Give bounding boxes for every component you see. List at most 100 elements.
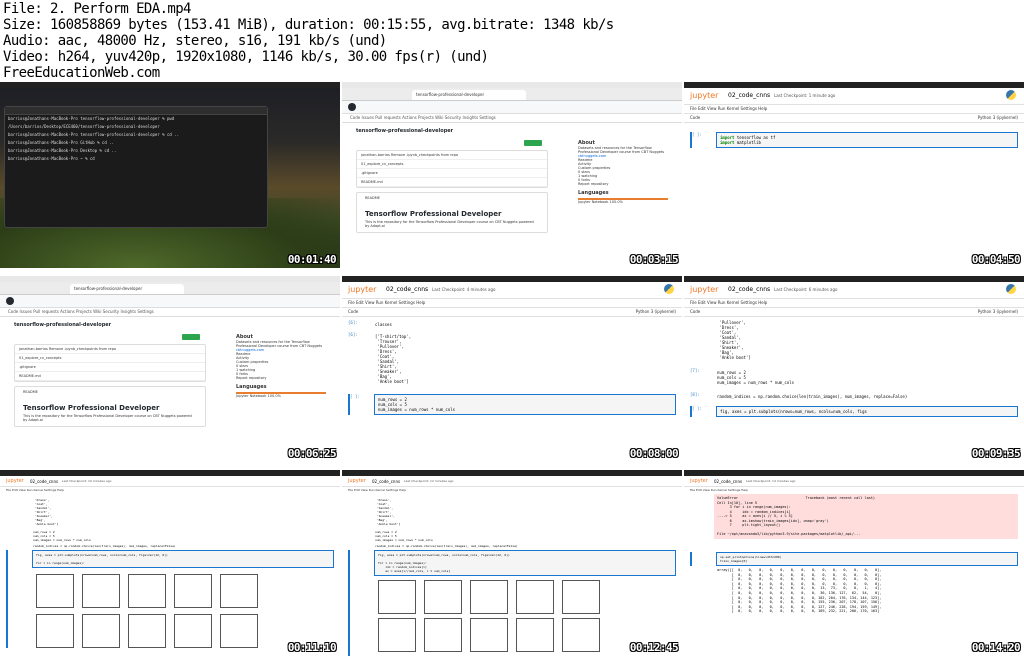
thumbnail-2[interactable]: tensorflow-professional-developer Code I… — [342, 82, 682, 268]
jupyter-header: jupyter 02_code_cnns Last Checkpoint: 14… — [684, 476, 1024, 487]
subplot-grid — [32, 568, 334, 648]
browser-chrome: tensorflow-professional-developer — [0, 282, 340, 295]
file-row[interactable]: README.md — [357, 178, 547, 187]
jupyter-logo[interactable]: jupyter — [6, 478, 24, 484]
repo-nav[interactable]: Code Issues Pull requests Actions Projec… — [342, 114, 682, 123]
jupyter-menu[interactable]: File Edit View Run Kernel Settings Help — [0, 487, 340, 493]
notebook-name[interactable]: 02_code_cnns — [30, 479, 58, 484]
cell-type-select[interactable]: Code — [348, 309, 358, 314]
notebook-name[interactable]: 02_code_cnns — [728, 92, 770, 99]
cell-code[interactable]: random_indices = np.random.choice(len(tr… — [30, 542, 334, 550]
cell-code[interactable]: num_rows = 2 num_cols = 5 num_images = n… — [714, 368, 1018, 387]
output-cell: [6]: ['T-shirt/top', 'Trouser', 'Pullove… — [348, 332, 676, 386]
size-line: Size: 160858869 bytes (153.41 MiB), dura… — [3, 17, 614, 33]
file-row[interactable]: 01_explore_cv_concepts — [357, 160, 547, 169]
cell-code[interactable]: num_rows = 2 num_cols = 5 num_images = n… — [374, 394, 676, 415]
terminal-line: /Users/barrios/Desktop/ECE460/tensorflow… — [8, 124, 160, 129]
repo-title[interactable]: tensorflow-professional-developer — [356, 128, 453, 134]
thumbnail-5[interactable]: jupyter 02_code_cnns Last Checkpoint: 4 … — [342, 276, 682, 462]
about-item[interactable]: Report repository — [236, 376, 326, 380]
jupyter-menu[interactable]: File Edit View Run Kernel Settings Help — [684, 299, 1024, 307]
cell-type-select[interactable]: Code — [690, 309, 700, 314]
subplot — [220, 574, 258, 608]
readme-label: README — [365, 196, 380, 200]
code-cell[interactable]: [8]: random_indices = np.random.choice(l… — [690, 392, 1018, 401]
cell-code[interactable]: classes — [372, 320, 676, 329]
jupyter-logo[interactable]: jupyter — [690, 285, 718, 294]
subplot — [470, 618, 508, 652]
thumbnail-9[interactable]: jupyter 02_code_cnns Last Checkpoint: 14… — [684, 470, 1024, 656]
notebook-name[interactable]: 02_code_cnns — [728, 286, 770, 293]
code-cell[interactable]: np.set_printoptions(linewidth=200) train… — [690, 552, 1018, 566]
code-button[interactable] — [182, 334, 200, 340]
thumbnail-7[interactable]: jupyter 02_code_cnns Last Checkpoint: 10… — [0, 470, 340, 656]
timestamp: 00:12:45 — [629, 641, 679, 654]
notebook-name[interactable]: 02_code_cnns — [386, 286, 428, 293]
code-cell[interactable]: [ ]: fig, axes = plt.subplots(nrows=num_… — [690, 406, 1018, 417]
github-logo-icon[interactable] — [348, 103, 356, 111]
code-cell[interactable]: fig, axes = plt.subplots(nrows=num_rows,… — [6, 550, 334, 648]
notebook-name[interactable]: 02_code_cnns — [372, 479, 400, 484]
file-row[interactable]: .gitignore — [357, 169, 547, 178]
file-row[interactable]: .gitignore — [15, 363, 205, 372]
file-row[interactable]: 01_explore_cv_concepts — [15, 354, 205, 363]
code-button[interactable] — [524, 140, 542, 146]
jupyter-header: jupyter 02_code_cnns Last Checkpoint: 1 … — [684, 88, 1024, 105]
repo-nav[interactable]: Code Issues Pull requests Actions Projec… — [0, 308, 340, 317]
code-cell[interactable]: [7]: num_rows = 2 num_cols = 5 num_image… — [690, 368, 1018, 387]
cell-output: 'Dress', 'Coat', 'Sandal', 'Shirt', 'Sne… — [376, 498, 401, 526]
jupyter-menu[interactable]: File Edit View Run Kernel Settings Help — [342, 487, 682, 493]
jupyter-menu[interactable]: File Edit View Run Kernel Settings Help — [342, 299, 682, 307]
jupyter-window: jupyter 02_code_cnns Last Checkpoint: 1 … — [684, 88, 1024, 268]
output-cell: 'Pullover', 'Dress', 'Coat', 'Sandal', '… — [690, 318, 1018, 362]
kernel-status[interactable]: Python 3 (ipykernel) — [978, 308, 1018, 316]
code-cell[interactable]: [ ]: num_rows = 2 num_cols = 5 num_image… — [348, 394, 676, 415]
repo-title[interactable]: tensorflow-professional-developer — [14, 322, 111, 328]
file-row[interactable]: jonathan-barrios Remove .ipynb_checkpoin… — [15, 345, 205, 354]
subplot — [470, 580, 508, 614]
cell-code[interactable]: random_indices = np.random.choice(len(tr… — [714, 392, 1018, 401]
array-output: array([[ 0, 0, 0, 0, 0, 0, 0, 0, 0, 0, 0… — [717, 568, 882, 614]
github-logo-icon[interactable] — [6, 297, 14, 305]
kernel-status[interactable]: Python 3 (ipykernel) — [636, 308, 676, 316]
cell-code[interactable]: np.set_printoptions(linewidth=200) train… — [716, 552, 1018, 566]
jupyter-logo[interactable]: jupyter — [348, 285, 376, 294]
cell-code[interactable]: fig, axes = plt.subplots(nrows=num_rows,… — [32, 550, 334, 568]
thumbnail-3[interactable]: jupyter 02_code_cnns Last Checkpoint: 1 … — [684, 82, 1024, 268]
jupyter-window: jupyter 02_code_cnns Last Checkpoint: 14… — [684, 476, 1024, 656]
code-cell[interactable]: fig, axes = plt.subplots(nrows=num_rows,… — [348, 550, 676, 656]
thumbnail-4[interactable]: tensorflow-professional-developer Code I… — [0, 276, 340, 462]
file-row[interactable]: jonathan-barrios Remove .ipynb_checkpoin… — [357, 151, 547, 160]
cell-code[interactable]: random_indices = np.random.choice(len(tr… — [372, 542, 676, 550]
code-cell[interactable]: random_indices = np.random.choice(len(tr… — [6, 542, 334, 550]
cell-code[interactable]: fig, axes = plt.subplots(nrows=num_rows,… — [374, 550, 676, 576]
watermark-line: FreeEducationWeb.com — [3, 65, 160, 81]
about-item[interactable]: Report repository — [578, 182, 668, 186]
file-row[interactable]: README.md — [15, 372, 205, 381]
jupyter-logo[interactable]: jupyter — [348, 478, 366, 484]
readme-label: README — [23, 390, 38, 394]
terminal-window[interactable]: barrios@Jonathans-MacBook-Pro tensorflow… — [4, 106, 268, 228]
jupyter-logo[interactable]: jupyter — [690, 91, 718, 100]
cell-type-select[interactable]: Code — [690, 115, 700, 120]
thumbnail-1[interactable]: barrios@Jonathans-MacBook-Pro tensorflow… — [0, 82, 340, 268]
cell-prompt: [ ]: — [692, 132, 702, 137]
keyword: import — [720, 140, 735, 145]
subplot — [36, 574, 74, 608]
code-cell[interactable]: [ ]: import tensorflow as tf import matp… — [690, 132, 1018, 148]
thumbnail-8[interactable]: jupyter 02_code_cnns Last Checkpoint: 12… — [342, 470, 682, 656]
code-cell[interactable]: [6]: classes — [348, 320, 676, 329]
jupyter-menu[interactable]: File Edit View Run Kernel Settings Help — [684, 105, 1024, 113]
thumbnail-6[interactable]: jupyter 02_code_cnns Last Checkpoint: 6 … — [684, 276, 1024, 462]
browser-tab[interactable]: tensorflow-professional-developer — [70, 284, 184, 294]
code-cell[interactable]: random_indices = np.random.choice(len(tr… — [348, 542, 676, 550]
kernel-status[interactable]: Python 3 (ipykernel) — [978, 114, 1018, 122]
about-text: Datasets and resources for the Tensorflo… — [236, 340, 323, 348]
cell-code[interactable]: import tensorflow as tf import matplotli… — [716, 132, 1018, 148]
browser-tab[interactable]: tensorflow-professional-developer — [412, 90, 526, 100]
jupyter-menu[interactable]: File Edit View Run Kernel Settings Help — [684, 487, 1024, 493]
cell-code[interactable]: fig, axes = plt.subplots(nrows=num_rows,… — [716, 406, 1018, 417]
language-item: Jupyter Notebook 100.0% — [578, 200, 623, 204]
notebook-name[interactable]: 02_code_cnns — [714, 479, 742, 484]
jupyter-logo[interactable]: jupyter — [690, 478, 708, 484]
